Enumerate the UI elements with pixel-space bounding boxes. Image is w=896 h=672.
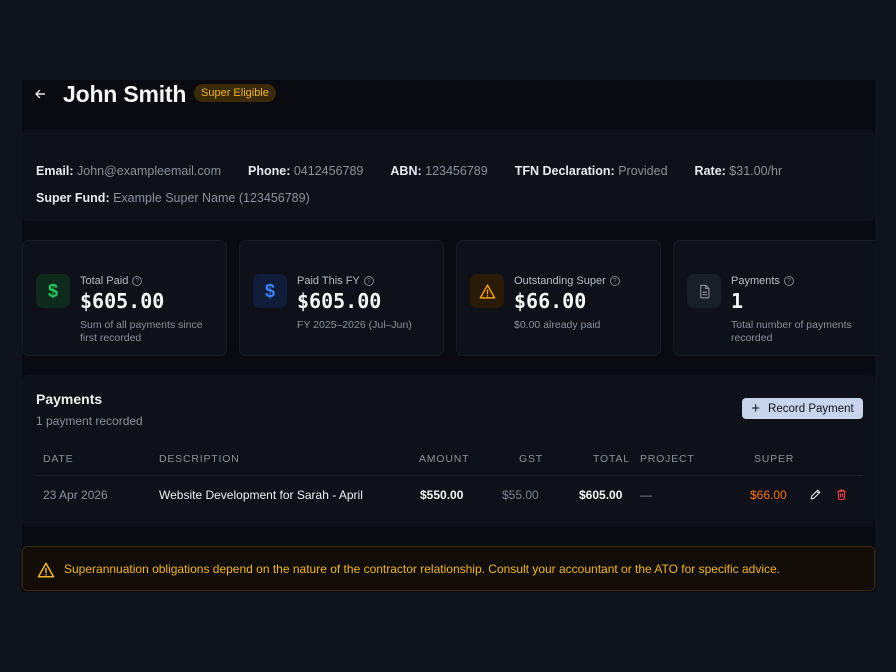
cell-super: $66.00	[750, 488, 787, 502]
contractor-detail-page: John Smith Super Eligible Email: John@ex…	[22, 80, 875, 592]
warning-icon	[470, 274, 504, 308]
cell-date: 23 Apr 2026	[43, 488, 108, 502]
stat-value: $605.00	[297, 289, 382, 313]
dollar-icon: $	[253, 274, 287, 308]
stat-caption: FY 2025–2026 (Jul–Jun)	[297, 319, 412, 331]
info-row: Super Fund: Example Super Name (12345678…	[36, 191, 310, 205]
dollar-icon: $	[36, 274, 70, 308]
trash-icon	[836, 489, 846, 500]
stat-caption: $0.00 already paid	[514, 319, 601, 331]
column-header-total[interactable]: TOTAL	[593, 453, 630, 465]
column-header-amount[interactable]: AMOUNT	[419, 453, 469, 465]
document-icon	[687, 274, 721, 308]
stat-caption: Total number of payments recorded	[731, 319, 852, 344]
stat-label: Outstanding Super?	[514, 275, 620, 287]
warning-icon	[37, 562, 55, 578]
info-email: Email: John@exampleemail.com	[36, 164, 222, 178]
payments-count: 1 payment recorded	[36, 414, 143, 428]
stat-card-total-paid: $ Total Paid? $605.00 Sum of all payment…	[22, 240, 227, 356]
column-header-description[interactable]: DESCRIPTION	[159, 453, 240, 465]
plus-icon: +	[751, 400, 761, 417]
help-icon[interactable]: ?	[783, 276, 794, 286]
help-icon[interactable]: ?	[363, 276, 374, 286]
pencil-icon	[810, 489, 820, 499]
record-payment-button[interactable]: + Record Payment	[742, 398, 863, 419]
contractor-info-card: Email: John@exampleemail.com Phone: 0412…	[22, 129, 875, 221]
edit-payment-button[interactable]	[807, 486, 823, 502]
info-phone: Phone: 0412456789	[248, 164, 364, 178]
info-row: Email: John@exampleemail.com Phone: 0412…	[36, 164, 782, 178]
stat-label: Total Paid?	[80, 275, 143, 287]
stat-value: $66.00	[514, 289, 587, 313]
info-rate: Rate: $31.00/hr	[694, 164, 783, 178]
cell-amount: $550.00	[420, 488, 464, 502]
stat-card-payments: Payments? 1 Total number of payments rec…	[673, 240, 875, 356]
payments-title: Payments	[36, 391, 103, 407]
divider	[36, 475, 863, 476]
stat-caption: Sum of all payments since first recorded	[80, 319, 203, 344]
cell-project: —	[640, 488, 652, 502]
super-warning-banner: Superannuation obligations depend on the…	[22, 546, 875, 591]
back-button[interactable]	[30, 84, 50, 104]
delete-payment-button[interactable]	[833, 486, 849, 502]
column-header-gst[interactable]: GST	[519, 453, 543, 465]
payments-card: Payments 1 payment recorded + Record Pay…	[22, 375, 875, 527]
super-eligible-badge: Super Eligible	[194, 84, 276, 102]
stat-value: $605.00	[80, 289, 165, 313]
stat-card-paid-this-fy: $ Paid This FY? $605.00 FY 2025–2026 (Ju…	[239, 240, 444, 356]
column-header-project[interactable]: PROJECT	[640, 453, 695, 465]
help-icon[interactable]: ?	[609, 276, 620, 286]
info-tfn: TFN Declaration: Provided	[514, 164, 668, 178]
cell-description: Website Development for Sarah - April	[159, 488, 363, 502]
stat-card-outstanding-super: Outstanding Super? $66.00 $0.00 already …	[456, 240, 661, 356]
cell-gst: $55.00	[502, 488, 539, 502]
info-super-fund: Super Fund: Example Super Name (12345678…	[36, 191, 310, 205]
stat-value: 1	[731, 289, 744, 313]
cell-total: $605.00	[579, 488, 623, 502]
stat-label: Paid This FY?	[297, 275, 374, 287]
column-header-date[interactable]: DATE	[43, 453, 73, 465]
page-title: John Smith	[63, 81, 187, 107]
column-header-super[interactable]: SUPER	[754, 453, 794, 465]
arrow-left-icon	[35, 89, 46, 99]
help-icon[interactable]: ?	[132, 276, 143, 286]
stat-label: Payments?	[731, 275, 794, 287]
warning-text: Superannuation obligations depend on the…	[64, 562, 781, 576]
page-header: John Smith Super Eligible	[22, 80, 875, 108]
info-abn: ABN: 123456789	[390, 164, 488, 178]
